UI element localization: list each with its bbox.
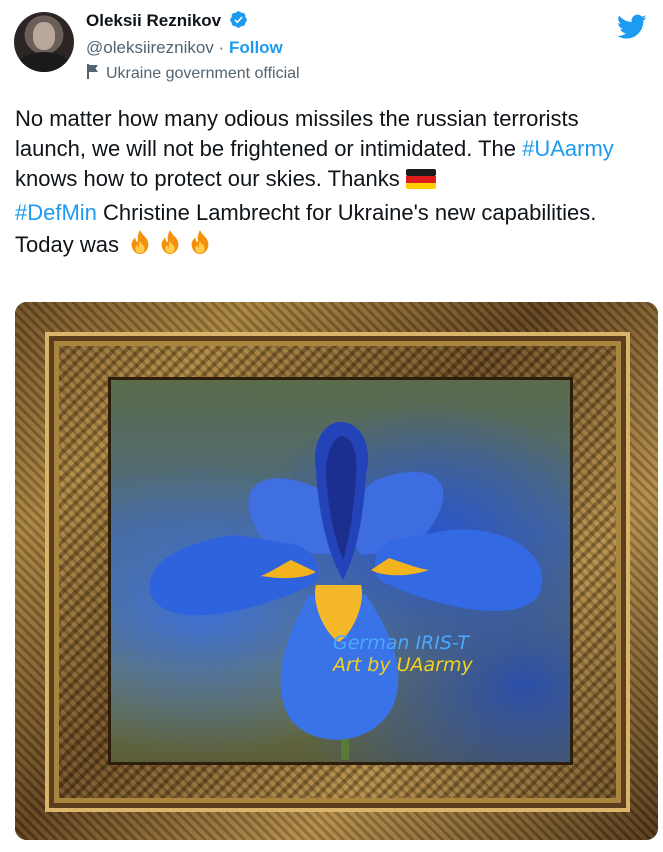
tweet-text-part: No matter how many odious missiles the r… <box>15 106 579 161</box>
media-watermark: German IRIS-T Art by UAarmy <box>333 632 473 676</box>
iris-painting <box>111 380 570 762</box>
twitter-bird-icon[interactable] <box>617 14 647 45</box>
author-block: Oleksii Reznikov @oleksiireznikov · Foll… <box>86 10 300 84</box>
watermark-title: German IRIS-T <box>333 632 470 654</box>
tweet-paragraph: No matter how many odious missiles the r… <box>15 104 655 228</box>
follow-button[interactable]: Follow <box>229 38 283 57</box>
tweet-paragraph: Today was <box>15 228 655 264</box>
government-label: Ukraine government official <box>86 63 300 84</box>
fire-emoji <box>125 228 155 264</box>
separator-dot: · <box>218 38 225 57</box>
fire-emoji <box>185 228 215 264</box>
tweet-text-part: Christine Lambrecht for Ukraine's new ca… <box>96 200 597 225</box>
government-flag-icon <box>86 63 100 84</box>
iris-flower-illustration <box>149 421 543 760</box>
verified-badge-icon <box>229 10 248 34</box>
avatar[interactable] <box>14 12 74 72</box>
author-name[interactable]: Oleksii Reznikov <box>86 11 221 30</box>
hashtag-defmin[interactable]: #DefMin <box>15 200 97 225</box>
tweet-media-image[interactable]: German IRIS-T Art by UAarmy <box>15 302 658 840</box>
hashtag-uaarmy[interactable]: #UAarmy <box>522 136 614 161</box>
fire-emoji <box>155 228 185 264</box>
tweet-text-part: Today was <box>15 232 126 257</box>
germany-flag-emoji <box>405 168 436 198</box>
tweet-text-part: knows how to protect our skies. Thanks <box>15 166 406 191</box>
handle-line: @oleksiireznikov · Follow <box>86 38 300 58</box>
avatar-shoulders <box>18 52 70 72</box>
avatar-face <box>33 22 55 50</box>
tweet-header: Oleksii Reznikov @oleksiireznikov · Foll… <box>14 10 649 90</box>
tweet-text: No matter how many odious missiles the r… <box>15 104 655 264</box>
author-handle[interactable]: @oleksiireznikov <box>86 38 214 57</box>
watermark-credit: Art by UAarmy <box>333 654 473 676</box>
government-label-text[interactable]: Ukraine government official <box>106 65 300 83</box>
